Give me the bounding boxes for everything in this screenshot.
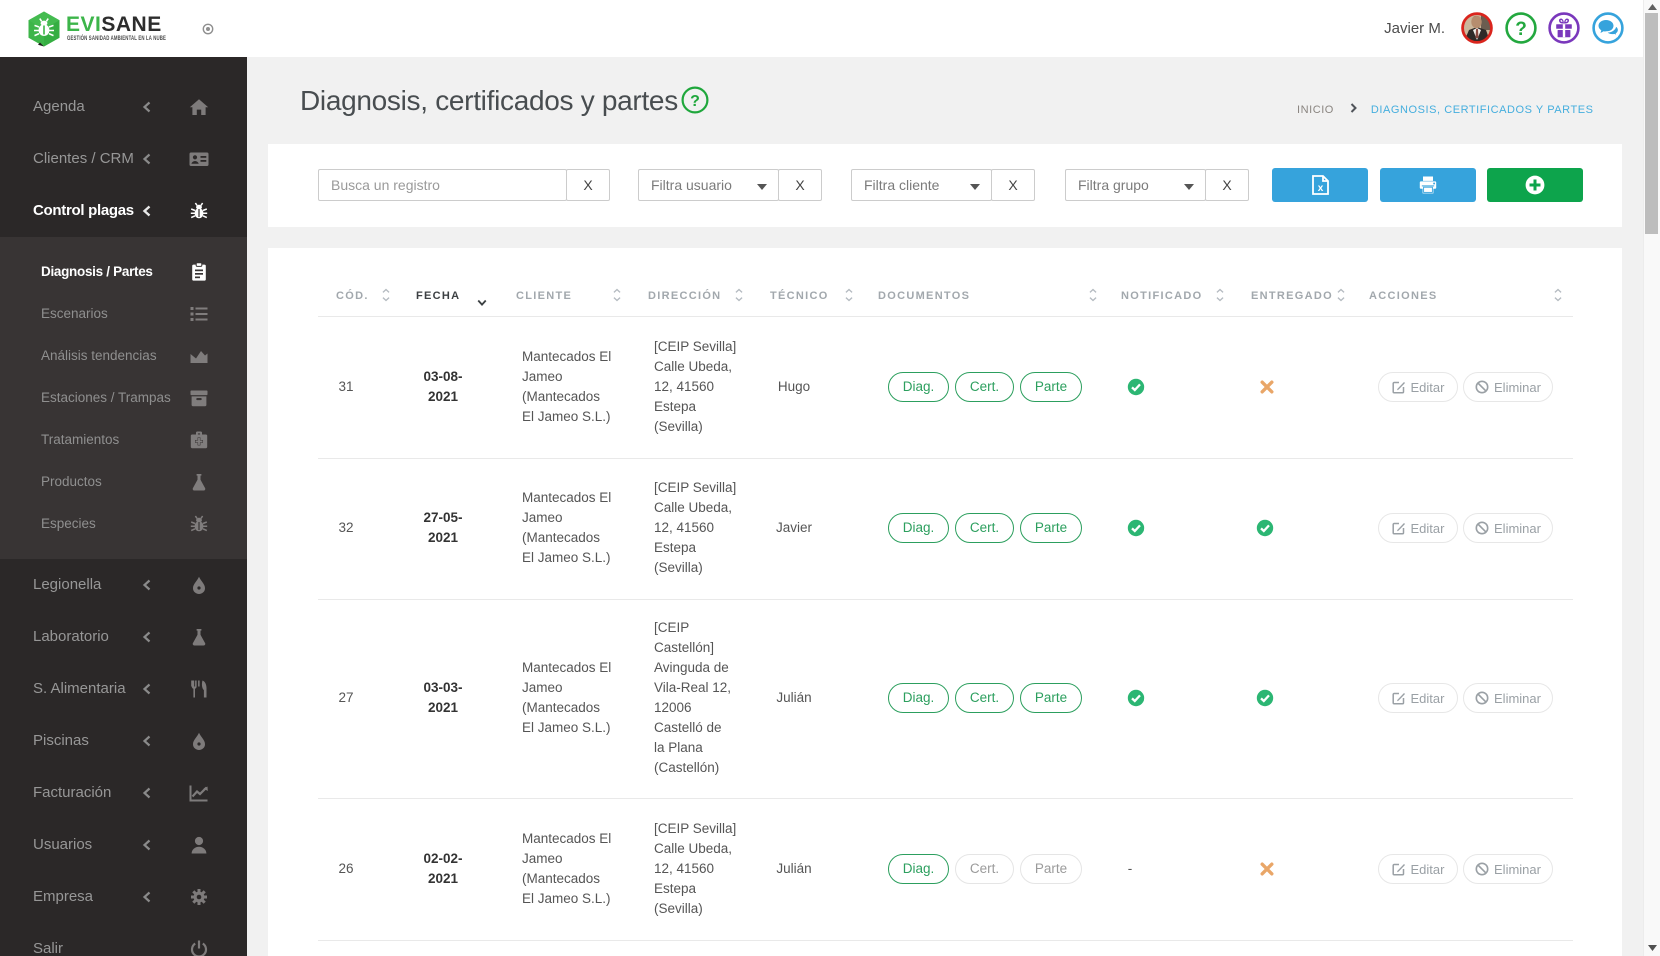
svg-text:x: x: [1318, 183, 1324, 194]
svg-text:?: ?: [1515, 19, 1527, 40]
svg-text:?: ?: [690, 93, 700, 110]
